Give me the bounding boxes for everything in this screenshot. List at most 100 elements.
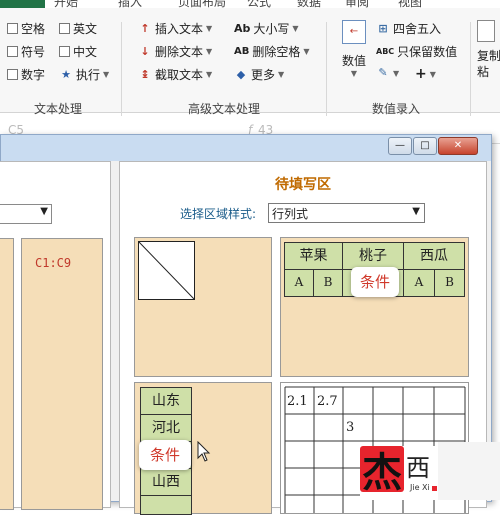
tab-data[interactable]: 数据 [297,0,321,8]
checkbox-number-label: 数字 [21,68,46,82]
execute-label: 执行 [76,68,101,82]
chevron-down-icon: ▼ [393,68,400,78]
group-divider [326,22,327,116]
chevron-down-icon: ▼ [206,24,213,33]
plus-button[interactable]: + ▼ [415,66,436,82]
style-label: 选择区域样式: [180,207,257,221]
corner-header-tile[interactable] [134,237,272,377]
case-button[interactable]: Ab 大小写 ▼ [234,20,299,37]
insert-text-icon: ↑ [140,21,150,35]
copy-paste-button[interactable]: 复制 粘 [477,20,500,80]
ribbon: 空格 英文 符号 中文 数字 ★ 执行 ▼ 文本处理 ↑ 插入文本 ▼ ↓ 删除… [0,8,500,116]
tab-view[interactable]: 视图 [398,0,422,8]
area-style-value: 行列式 [272,207,309,221]
format-button[interactable]: ✎ ▼ [376,66,399,80]
checkbox-icon[interactable] [59,46,70,57]
keep-numeric-label: 只保留数值 [397,45,458,59]
grid-value: 2.7 [317,394,338,409]
tab-insert[interactable]: 插入 [118,0,142,8]
source-style-select[interactable]: ▼ [0,204,52,224]
round-button[interactable]: ⊞ 四舍五入 [376,20,441,37]
checkbox-space[interactable]: 空格 [7,20,45,37]
mouse-cursor-icon [197,441,211,462]
range-reference: C1:C9 [35,256,72,270]
checkbox-symbol[interactable]: 符号 [7,43,45,60]
condition-badge-columns[interactable]: 条件 [351,267,399,297]
sub-header: A [284,269,314,297]
plus-icon: + [415,66,427,82]
round-label: 四舍五入 [393,22,442,36]
chevron-down-icon: ▼ [206,70,213,79]
source-column-cell [0,238,14,510]
watermark-dot [432,486,437,491]
delete-space-icon: AB [234,46,250,57]
watermark-seal-char: 杰 [362,449,402,496]
numeric-button[interactable]: ← 数值 ▼ [339,20,369,78]
group-label-text-processing: 文本处理 [34,102,83,116]
sub-header: B [434,269,465,297]
checkbox-chinese[interactable]: 中文 [59,43,97,60]
checkbox-icon[interactable] [59,23,70,34]
close-button[interactable]: ✕ [438,137,478,155]
extract-text-button[interactable]: ↨ 截取文本 ▼ [138,66,212,83]
round-icon: ⊞ [378,21,388,35]
tab-file[interactable] [0,0,45,8]
extract-text-icon: ↨ [140,67,150,81]
area-style-select[interactable]: 行列式 ▼ [268,203,425,223]
chevron-down-icon: ▼ [303,47,310,56]
case-label: 大小写 [253,22,290,36]
restore-button[interactable]: □ [413,137,437,155]
insert-text-button[interactable]: ↑ 插入文本 ▼ [138,20,212,37]
more-label: 更多 [251,68,276,82]
execute-button[interactable]: ★ 执行 ▼ [59,66,109,83]
dialog-title-bar[interactable]: — □ ✕ [1,135,491,161]
group-divider [121,22,122,116]
grid-value: 2.1 [287,394,308,409]
watermark-logo: 杰 西 Jie Xi [360,446,438,500]
province-hebei: 河北 [140,414,192,442]
tab-home[interactable]: 开始 [54,0,78,8]
case-icon: Ab [234,22,251,35]
column-header-tile[interactable]: 苹果 桃子 西瓜 A B A B A B 条件 [280,237,469,377]
more-button[interactable]: ◆ 更多 ▼ [234,66,284,83]
delete-space-button[interactable]: AB 删除空格 ▼ [234,43,310,60]
tab-review[interactable]: 审阅 [345,0,369,8]
extract-text-label: 截取文本 [155,68,204,82]
diagonal-line-icon [138,241,195,300]
keep-numeric-button[interactable]: ABC 只保留数值 [376,43,457,60]
chevron-down-icon: ▼ [429,69,436,79]
chevron-down-icon: ▼ [278,70,285,79]
source-range-cell[interactable]: C1:C9 [21,238,103,510]
checkbox-number[interactable]: 数字 [7,66,45,83]
copy-icon [477,20,495,42]
sub-header: A [403,269,435,297]
checkbox-symbol-label: 符号 [21,45,46,59]
tab-formulas[interactable]: 公式 [247,0,271,8]
sub-header: B [313,269,343,297]
fruit-header-apple: 苹果 [284,242,343,270]
group-label-advanced-text: 高级文本处理 [188,102,261,116]
checkbox-icon[interactable] [7,69,18,80]
delete-text-button[interactable]: ↓ 删除文本 ▼ [138,43,212,60]
delete-text-label: 删除文本 [155,45,204,59]
chevron-down-icon: ▼ [103,70,110,79]
source-area-panel: ▼ C1:C9 [0,161,111,510]
checkbox-icon[interactable] [7,46,18,57]
checkbox-english-label: 英文 [73,22,98,36]
watermark-char: 西 [406,454,430,482]
edit-icon: ✎ [378,66,388,79]
ribbon-tab-strip: 开始 插入 页面布局 公式 数据 审阅 视图 [0,0,500,8]
checkbox-english[interactable]: 英文 [59,20,97,37]
checkbox-icon[interactable] [7,23,18,34]
delete-text-icon: ↓ [140,44,150,58]
province-row-blank [140,495,192,515]
keep-numeric-icon: ABC [376,47,395,56]
fruit-header-watermelon: 西瓜 [403,242,465,270]
panel-title: 待填写区 [275,177,331,193]
tab-page-layout[interactable]: 页面布局 [178,0,226,8]
delete-space-label: 删除空格 [252,45,301,59]
condition-badge-rows[interactable]: 条件 [139,440,191,470]
group-divider [470,22,471,116]
minimize-button[interactable]: — [388,137,412,155]
insert-text-label: 插入文本 [155,22,204,36]
